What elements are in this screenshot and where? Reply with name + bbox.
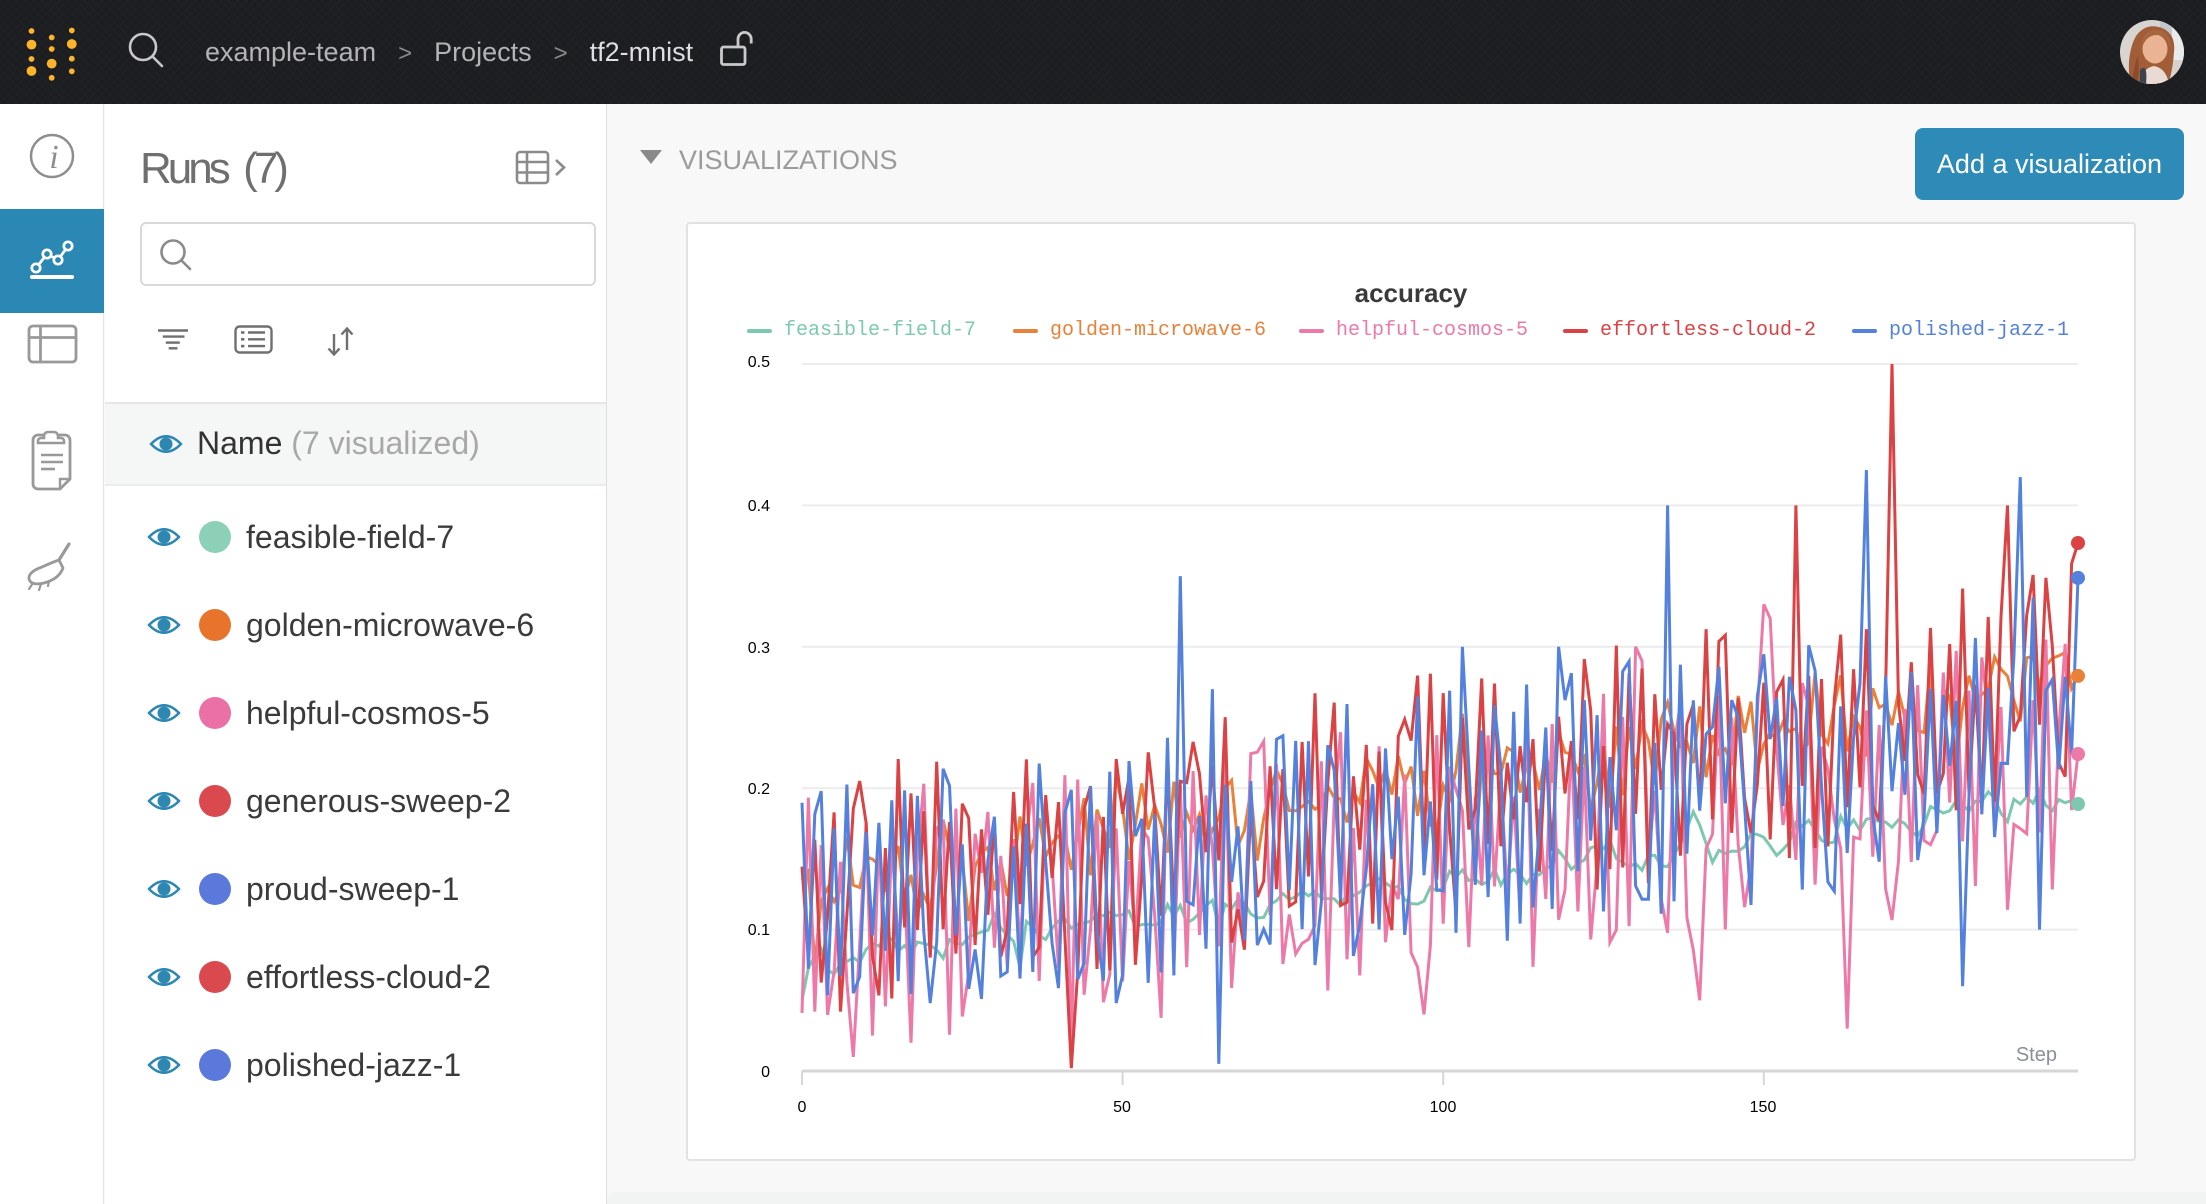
svg-text:i: i xyxy=(49,139,58,176)
